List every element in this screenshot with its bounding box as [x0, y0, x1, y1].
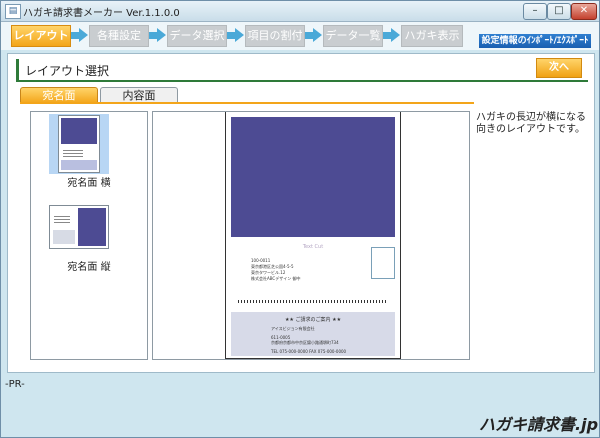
next-button[interactable]: 次へ >>> [536, 58, 582, 91]
sender-footer: ★★ ご請求のご案内 ★★ アイスビジョン有限会社 611-0005 京都府京都… [231, 312, 395, 356]
step-postcard-view[interactable]: ハガキ表示 [401, 25, 463, 47]
stamp-box [371, 247, 395, 279]
layout-thumb-landscape[interactable] [58, 115, 100, 173]
postcard: Text Cut 100-0011 東京都港区芝公園4-5-5 東京タワービル.… [225, 112, 401, 359]
maximize-button[interactable]: □ [547, 3, 571, 20]
layout-list: 宛名面 横 宛名面 縦 [30, 111, 148, 360]
step-settings[interactable]: 各種設定 [89, 25, 149, 47]
main-panel: レイアウト選択 次へ >>> 宛名面 内容面 宛名面 横 宛名面 縦 Text … [7, 53, 595, 373]
section-header: レイアウト選択 [16, 59, 589, 80]
tab-address-side[interactable]: 宛名面 [20, 87, 98, 103]
app-window: ▤ ハガキ請求書メーカー Ver.1.1.0.0 – □ ✕ レイアウト 各種設… [0, 0, 600, 438]
footer-line: 京都府京都市中京区錦小路通堺町734 [271, 340, 339, 345]
footer-line: アイスビジョン有限会社 [271, 326, 315, 331]
section-divider [16, 80, 588, 82]
app-icon: ▤ [5, 4, 21, 19]
layout-label-landscape: 宛名面 横 [67, 178, 111, 189]
footer-line: TEL 075-000-0000 FAX 075-000-0000 [271, 349, 347, 354]
layout-label-portrait: 宛名面 縦 [67, 262, 111, 273]
footer-heading: ★★ ご請求のご案内 ★★ [284, 317, 342, 323]
minimize-button[interactable]: – [523, 3, 547, 20]
layout-description: ハガキの長辺が横になる向きのレイアウトです。 [476, 112, 586, 135]
title-bar: ▤ ハガキ請求書メーカー Ver.1.1.0.0 – □ ✕ [1, 1, 599, 22]
step-field-mapping[interactable]: 項目の割付 [245, 25, 305, 47]
step-data-list[interactable]: データ一覧 [323, 25, 383, 47]
close-button[interactable]: ✕ [571, 3, 597, 20]
window-title: ハガキ請求書メーカー Ver.1.1.0.0 [23, 8, 180, 19]
thumb-lines [63, 150, 83, 151]
postcard-image [231, 117, 395, 237]
step-data-select[interactable]: データ選択 [167, 25, 227, 47]
section-title: レイアウト選択 [25, 64, 110, 78]
thumb-image [61, 118, 97, 144]
address-line: 株式会社ABCデザイン 御中 [251, 276, 301, 281]
tab-content-side[interactable]: 内容面 [100, 87, 178, 103]
tab-underline [20, 102, 474, 104]
layout-thumb-portrait[interactable] [49, 205, 109, 249]
brand-logo: ハガキ請求書.jp [479, 415, 599, 434]
address-block: 100-0011 東京都港区芝公園4-5-5 東京タワービル.12 株式会社AB… [251, 258, 300, 282]
postal-barcode [238, 300, 388, 303]
thumb-lines [54, 216, 70, 217]
thumb-footer [53, 230, 75, 244]
step-layout[interactable]: レイアウト [11, 25, 71, 47]
pr-label: -PR- [5, 379, 25, 390]
settings-import-export-button[interactable]: 設定情報のｲﾝﾎﾟｰﾄ/ｴｸｽﾎﾟｰﾄ [479, 34, 591, 48]
postcard-preview: Text Cut 100-0011 東京都港区芝公園4-5-5 東京タワービル.… [152, 111, 470, 360]
thumb-image [78, 208, 106, 246]
thumb-footer [61, 160, 97, 170]
